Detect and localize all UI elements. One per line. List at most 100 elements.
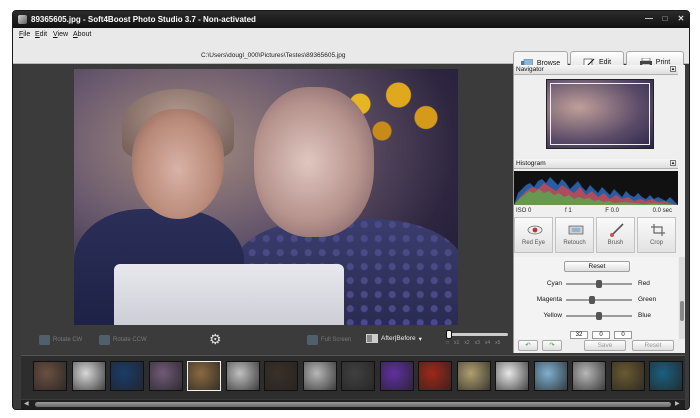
image-viewer[interactable] [21,65,513,327]
save-button[interactable]: Save [584,340,626,351]
photo-woman-face [132,109,224,219]
crop-tool-button[interactable]: Crop [637,217,676,253]
undo-button[interactable]: ↶ [518,340,538,351]
rotate-ccw-label: Rotate CCW [113,337,147,343]
brush-tool-button[interactable]: Brush ▾ [596,217,641,253]
full-screen-label: Full Screen [321,337,352,343]
filmstrip-thumbnail[interactable] [110,361,144,391]
iso-value: ISO 0 [516,208,532,214]
value-box[interactable]: 32 [570,331,588,339]
histogram-chart [514,171,678,205]
filmstrip-scrollbar-thumb[interactable] [35,402,671,407]
maximize-icon[interactable]: □ [659,14,671,24]
value-box[interactable]: 0 [614,331,632,339]
zoom-slider-thumb[interactable] [446,330,452,339]
side-panel: Navigator ▴ Histogram ▴ ISO 0 f 1 F 0.0 … [513,65,685,353]
app-icon [18,15,27,24]
after-before-icon [366,334,378,343]
retouch-icon [568,225,584,235]
photo-laptop [114,264,344,325]
filmstrip-thumbnail[interactable] [379,361,414,391]
filmstrip-thumbnail[interactable] [418,361,452,391]
filmstrip-thumbnail[interactable] [264,361,298,391]
filmstrip-thumbnail[interactable] [187,361,221,391]
zoom-ticks: □ x1 x2 x3 x4 x5 [446,340,500,346]
after-before-dropdown[interactable]: After|Before ▾ [366,334,422,343]
yellow-label: Yellow [543,312,562,319]
cyan-label: Cyan [546,280,562,287]
panel-scrollbar-thumb[interactable] [680,301,684,321]
menu-edit[interactable]: Edit [35,31,47,38]
filmstrip-thumbnail[interactable] [33,361,67,391]
filmstrip-thumbnail[interactable] [302,361,337,391]
filmstrip-thumbnail[interactable] [148,361,183,391]
histogram-info: ISO 0 f 1 F 0.0 0.0 sec [516,208,678,214]
histogram-title: Histogram [516,160,546,167]
collapse-icon[interactable]: ▴ [670,66,676,72]
filmstrip-thumbnail[interactable] [649,361,683,391]
value-box[interactable]: 0 [592,331,610,339]
menu-about[interactable]: About [73,31,91,38]
minimize-icon[interactable]: — [643,14,655,24]
menu-file[interactable]: File [19,31,30,38]
filmstrip-scrollbar[interactable]: ◀ ▶ [21,400,685,409]
viewer-toolbar: Rotate CW Rotate CCW ⚙ Full Screen After… [21,327,513,353]
settings-gear-icon[interactable]: ⚙ [209,332,223,346]
filmstrip [21,355,685,399]
navigator-viewport[interactable] [550,83,650,145]
filmstrip-thumbnail[interactable] [533,361,568,391]
filmstrip-thumbnail[interactable] [495,361,529,391]
blue-label: Blue [638,312,652,319]
close-icon[interactable]: ✕ [675,14,687,24]
edit-tools: Red Eye ▾ Retouch ▾ Brush ▾ Crop [514,217,678,253]
reset-button[interactable]: Reset [632,340,674,351]
brush-icon [610,223,624,237]
retouch-tool-button[interactable]: Retouch ▾ [555,217,600,253]
filmstrip-thumbnail[interactable] [610,361,645,391]
zoom-slider-track [446,333,508,336]
magenta-label: Magenta [536,296,562,303]
color-balance-section: Reset Cyan Red Magenta Green Yellow Blue… [514,257,678,339]
eye-icon [527,225,543,235]
rotate-cw-button[interactable]: Rotate CW [39,335,82,345]
cyan-red-thumb[interactable] [596,280,602,288]
retouch-label: Retouch [563,240,586,246]
navigator-header: Navigator ▴ [514,65,678,75]
filmstrip-thumbnail[interactable] [71,361,106,391]
full-screen-button[interactable]: Full Screen [307,335,351,345]
after-before-label: After|Before [381,335,416,342]
panel-scrollbar[interactable] [679,257,685,339]
filmstrip-thumbnail[interactable] [456,361,491,391]
red-eye-label: Red Eye [521,240,545,246]
collapse-icon[interactable]: ▴ [670,160,676,166]
panel-actions: ↶ ↷ Save Reset [514,339,686,353]
yellow-blue-row: Yellow Blue [514,311,678,321]
redo-button[interactable]: ↷ [542,340,562,351]
photo-man-face [254,87,374,237]
filmstrip-thumbnail[interactable] [225,361,260,391]
magenta-green-thumb[interactable] [589,296,595,304]
scroll-right-icon[interactable]: ▶ [675,400,680,407]
yellow-blue-thumb[interactable] [596,312,602,320]
zoom-tick: x3 [474,340,480,346]
navigator-title: Navigator [516,66,544,73]
red-eye-tool-button[interactable]: Red Eye ▾ [514,217,559,253]
zoom-slider[interactable] [446,330,508,339]
zoom-tick: x4 [484,340,491,346]
window-title: 89365605.jpg - Soft4Boost Photo Studio 3… [31,15,256,24]
magenta-green-row: Magenta Green [514,295,678,305]
exposure-value: 0.0 sec [652,208,672,214]
file-path: C:\Users\dougl_000\Pictures\Testes\89365… [201,52,346,59]
rotate-ccw-button[interactable]: Rotate CCW [99,335,147,345]
navigator-thumbnail[interactable] [546,79,654,149]
red-label: Red [638,280,650,287]
scroll-left-icon[interactable]: ◀ [24,400,29,407]
menu-view[interactable]: View [53,31,68,38]
reset-color-button[interactable]: Reset [564,261,630,272]
zoom-square-icon: □ [446,340,450,346]
magenta-green-slider[interactable] [566,299,632,301]
rotate-cw-icon [39,335,50,345]
filmstrip-thumbnail[interactable] [341,361,375,391]
filmstrip-thumbnail[interactable] [572,361,606,391]
chevron-down-icon: ▾ [418,335,422,343]
